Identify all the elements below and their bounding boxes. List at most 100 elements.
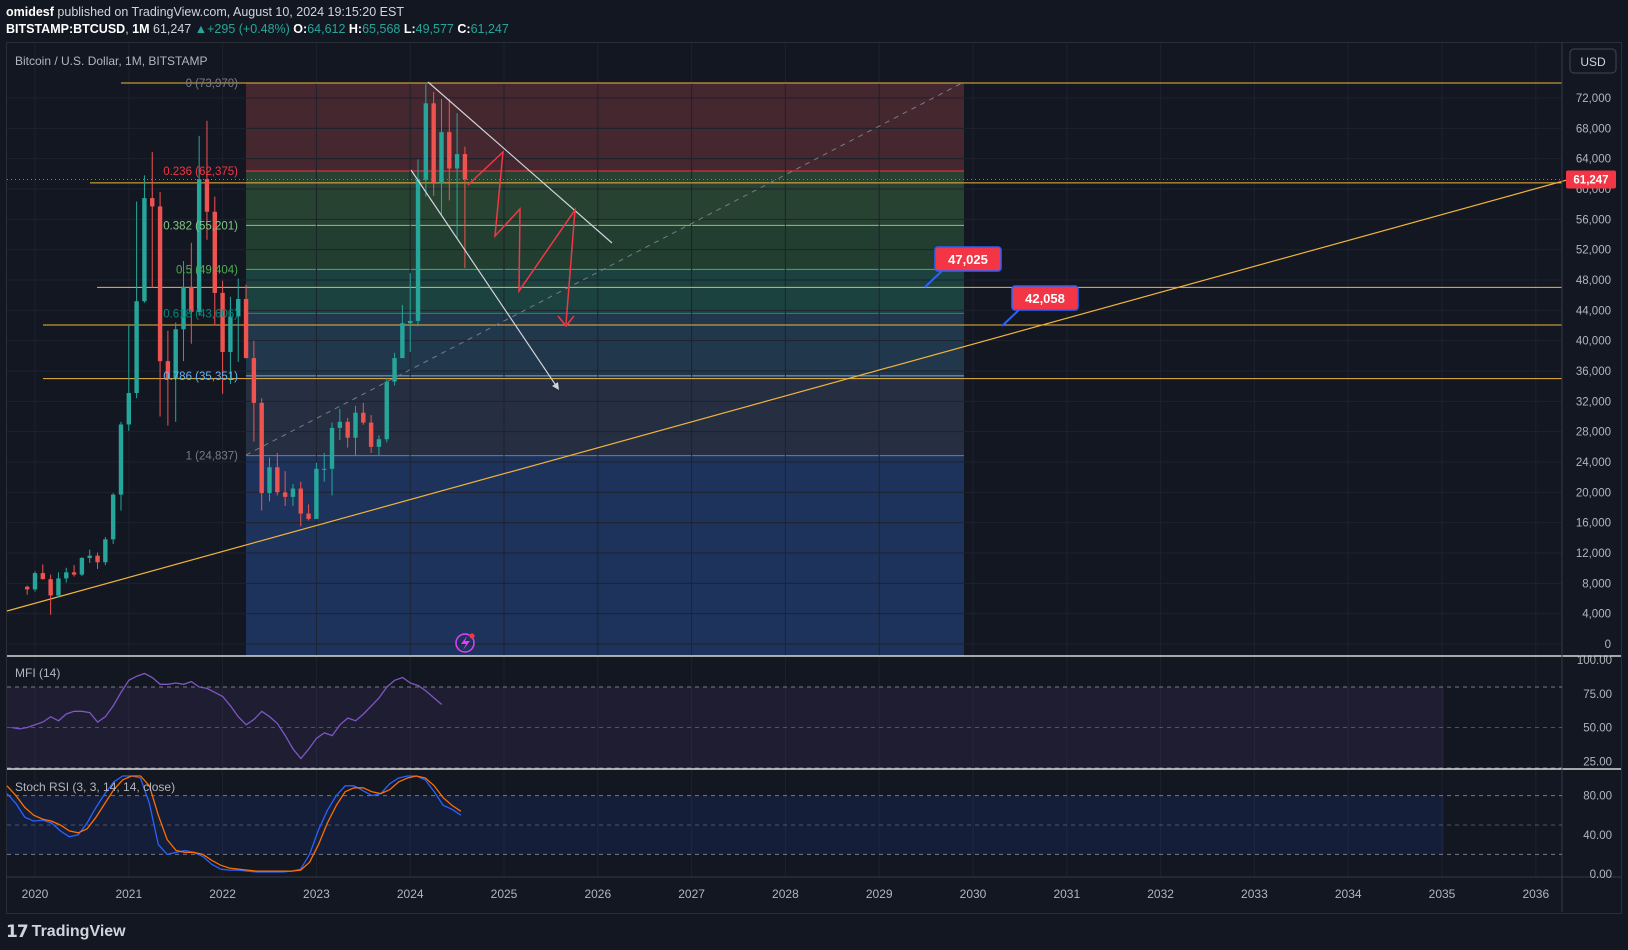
time-tick-label: 2022	[209, 887, 236, 901]
candle-body	[376, 439, 382, 447]
candle-body	[251, 358, 257, 403]
price-tick-label: 56,000	[1576, 214, 1611, 226]
time-tick-label: 2032	[1147, 887, 1174, 901]
candle-body	[368, 422, 374, 447]
candle-body	[361, 412, 366, 423]
candle-body	[118, 424, 124, 495]
candle-body	[32, 573, 38, 590]
callout-label: 42,058	[1025, 291, 1065, 306]
time-tick-label: 2031	[1053, 887, 1080, 901]
last-price-badge: 61,247	[1566, 170, 1616, 189]
candle-body	[259, 402, 264, 494]
candle-body	[24, 586, 30, 590]
candle-body	[306, 513, 311, 519]
price-tick-label: 48,000	[1576, 275, 1611, 287]
candle-body	[431, 103, 436, 184]
candle-body	[415, 179, 421, 321]
fib-level-label: 0.786 (35,351)	[163, 371, 238, 383]
mfi-band	[7, 687, 1444, 768]
candle-body	[157, 206, 163, 362]
candle-body	[290, 488, 296, 497]
fib-zone	[246, 269, 964, 314]
candle-body	[298, 488, 303, 514]
tradingview-logo-text: TradingView	[31, 923, 126, 940]
price-tick-label: 12,000	[1576, 548, 1611, 560]
price-tick-label: 16,000	[1576, 518, 1611, 530]
candle-body	[392, 358, 397, 382]
time-tick-label: 2025	[491, 887, 518, 901]
fib-level-label: 0.618 (43,606)	[163, 308, 238, 320]
mfi-tick-label: 100.00	[1577, 655, 1612, 667]
tradingview-logo[interactable]: 17 TradingView	[6, 921, 126, 943]
candle-body	[408, 320, 413, 324]
candle-body	[275, 467, 280, 493]
mfi-tick-label: 50.00	[1583, 723, 1612, 735]
time-tick-label: 2036	[1522, 887, 1549, 901]
fib-level-label: 0.382 (55,201)	[163, 220, 238, 232]
candle-body	[345, 421, 350, 438]
fib-level-label: 0.5 (49,404)	[176, 264, 238, 276]
candle-body	[95, 555, 100, 563]
last-price-text: 61,247	[1573, 175, 1608, 187]
candle-body	[322, 468, 327, 470]
time-tick-label: 2034	[1335, 887, 1362, 901]
candle-body	[40, 573, 46, 580]
candle-body	[64, 572, 69, 579]
price-tick-label: 28,000	[1576, 427, 1611, 439]
fib-level-label: 0 (73,970)	[186, 78, 239, 90]
price-tick-label: 36,000	[1576, 366, 1611, 378]
candle-body	[462, 154, 468, 180]
fib-zone	[246, 455, 964, 656]
stoch-band	[7, 795, 1444, 855]
candle-body	[447, 132, 452, 169]
time-tick-label: 2026	[584, 887, 611, 901]
candle-body	[126, 392, 131, 425]
btc-chart[interactable]: 0 (73,970) 0.236 (62,375) 0.382 (55,201) 0.…	[0, 0, 1628, 950]
mfi-title: MFI (14)	[15, 666, 60, 680]
candle-body	[87, 555, 92, 558]
time-tick-label: 2021	[115, 887, 142, 901]
fib-zone	[246, 83, 964, 171]
fib-level-label: 1 (24,837)	[186, 451, 239, 463]
price-tick-label: 52,000	[1576, 245, 1611, 257]
price-tick-label: 4,000	[1582, 609, 1611, 621]
candle-body	[439, 132, 444, 184]
candle-body	[79, 557, 85, 575]
currency-button[interactable]: USD	[1569, 48, 1617, 74]
candle-body	[142, 198, 147, 302]
price-tick-label: 8,000	[1582, 578, 1611, 590]
stoch-tick-label: 0.00	[1590, 869, 1612, 881]
time-tick-label: 2029	[866, 887, 893, 901]
candle-body	[204, 179, 210, 212]
candle-body	[56, 578, 61, 596]
price-tick-label: 32,000	[1576, 396, 1611, 408]
price-tick-label: 44,000	[1576, 305, 1611, 317]
callout-label: 47,025	[948, 252, 988, 267]
candle-body	[196, 179, 202, 312]
time-tick-label: 2027	[678, 887, 705, 901]
candle-body	[71, 572, 77, 575]
candle-body	[134, 301, 139, 393]
candle-body	[400, 323, 405, 359]
candle-body	[423, 103, 429, 180]
candle-body	[282, 492, 288, 497]
candle-body	[314, 468, 319, 519]
time-tick-label: 2020	[22, 887, 49, 901]
candle-body	[103, 539, 108, 563]
time-tick-label: 2024	[397, 887, 424, 901]
price-tick-label: 68,000	[1576, 123, 1611, 135]
time-tick-label: 2030	[960, 887, 987, 901]
price-tick-label: 20,000	[1576, 487, 1611, 499]
mfi-tick-label: 75.00	[1583, 689, 1612, 701]
candle-body	[110, 494, 116, 540]
fib-level-label: 0.236 (62,375)	[163, 166, 238, 178]
fib-zone	[246, 170, 964, 226]
tradingview-logo-icon: 17	[6, 922, 29, 942]
price-tick-label: 24,000	[1576, 457, 1611, 469]
time-tick-label: 2023	[303, 887, 330, 901]
fib-zone	[246, 225, 964, 270]
chart-title: Bitcoin / U.S. Dollar, 1M, BITSTAMP	[15, 54, 208, 68]
stoch-tick-label: 40.00	[1583, 830, 1612, 842]
candle-body	[228, 316, 233, 353]
candle-body	[454, 154, 460, 169]
